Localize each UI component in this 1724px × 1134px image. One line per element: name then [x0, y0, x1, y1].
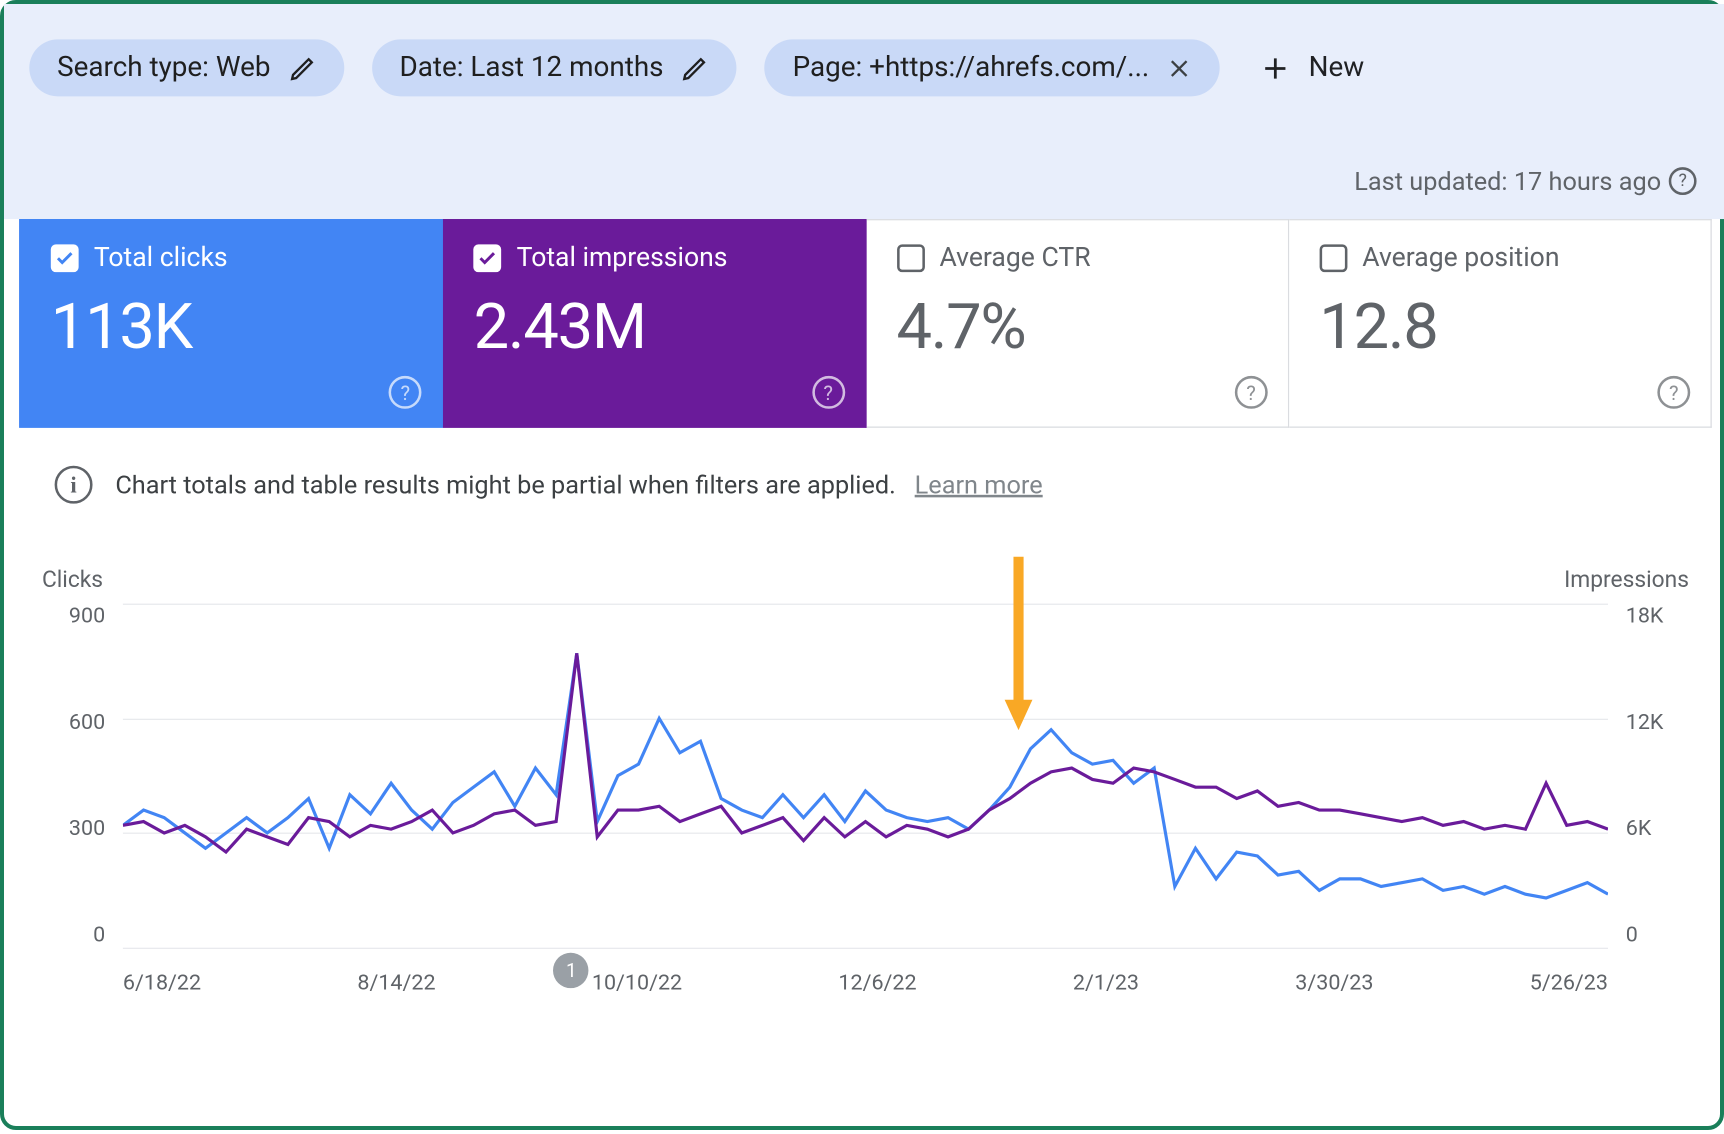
y-tick: 0: [1626, 922, 1697, 947]
x-tick: 12/6/22: [838, 970, 916, 995]
notice-text: Chart totals and table results might be …: [115, 470, 896, 500]
y-tick: 6K: [1626, 816, 1697, 841]
arrow-down-icon: [999, 550, 1037, 745]
y-axis-left-label: Clicks: [42, 567, 103, 594]
new-filter-button[interactable]: New: [1248, 42, 1377, 94]
metric-total-clicks[interactable]: Total clicks 113K ?: [19, 219, 443, 428]
metric-label: Total clicks: [94, 243, 228, 273]
chart-lines: [123, 604, 1608, 948]
checkbox-unchecked-icon[interactable]: [896, 244, 924, 272]
metric-label: Average CTR: [939, 243, 1090, 273]
page-filter[interactable]: Page: +https://ahrefs.com/...: [765, 39, 1220, 96]
y-tick: 12K: [1626, 710, 1697, 735]
new-label: New: [1309, 52, 1365, 84]
metric-value: 4.7%: [896, 291, 1257, 364]
x-axis: 6/18/22 8/14/22 10/10/22 12/6/22 2/1/23 …: [123, 970, 1608, 995]
search-type-label: Search type: Web: [57, 52, 270, 84]
chart-plot[interactable]: 1: [123, 604, 1608, 948]
checkbox-checked-icon[interactable]: [51, 244, 79, 272]
filters-bar: Search type: Web Date: Last 12 months Pa…: [4, 4, 1724, 219]
x-tick: 3/30/23: [1295, 970, 1373, 995]
help-icon[interactable]: ?: [1657, 376, 1690, 409]
x-tick: 5/26/23: [1530, 970, 1608, 995]
close-icon[interactable]: [1167, 55, 1192, 80]
help-icon[interactable]: ?: [812, 376, 845, 409]
pencil-icon: [288, 54, 316, 82]
metric-value: 12.8: [1319, 291, 1680, 364]
metrics-row: Total clicks 113K ? Total impressions 2.…: [19, 219, 1712, 428]
learn-more-link[interactable]: Learn more: [915, 470, 1043, 500]
help-icon[interactable]: ?: [1669, 167, 1697, 195]
y-tick: 600: [34, 710, 105, 735]
x-tick: 8/14/22: [357, 970, 435, 995]
y-axis-right: 18K 12K 6K 0: [1626, 604, 1697, 996]
last-updated: Last updated: 17 hours ago ?: [1354, 166, 1696, 196]
metric-total-impressions[interactable]: Total impressions 2.43M ?: [443, 219, 866, 428]
metric-value: 113K: [51, 291, 412, 364]
metric-value: 2.43M: [474, 291, 835, 364]
x-tick: 2/1/23: [1073, 970, 1139, 995]
date-filter[interactable]: Date: Last 12 months: [372, 39, 737, 96]
metric-average-position[interactable]: Average position 12.8 ?: [1289, 219, 1712, 428]
metric-average-ctr[interactable]: Average CTR 4.7% ?: [866, 219, 1289, 428]
y-tick: 900: [34, 604, 105, 629]
search-type-filter[interactable]: Search type: Web: [29, 39, 344, 96]
help-icon[interactable]: ?: [1235, 376, 1268, 409]
help-icon[interactable]: ?: [389, 376, 422, 409]
y-tick: 0: [34, 922, 105, 947]
y-tick: 18K: [1626, 604, 1697, 629]
last-updated-text: Last updated: 17 hours ago: [1354, 166, 1661, 196]
date-label: Date: Last 12 months: [400, 52, 664, 84]
y-axis-right-label: Impressions: [1564, 567, 1689, 594]
performance-chart: Clicks Impressions 900 600 300 0 18K 12K…: [4, 516, 1724, 1008]
partial-results-notice: i Chart totals and table results might b…: [4, 428, 1724, 517]
x-tick: 6/18/22: [123, 970, 201, 995]
page-label: Page: +https://ahrefs.com/...: [793, 52, 1150, 84]
y-axis-left: 900 600 300 0: [34, 604, 105, 996]
checkbox-checked-icon[interactable]: [474, 244, 502, 272]
info-icon: i: [55, 466, 93, 504]
plus-icon: [1261, 53, 1291, 83]
metric-label: Total impressions: [517, 243, 728, 273]
metric-label: Average position: [1362, 243, 1559, 273]
x-tick: 10/10/22: [592, 970, 682, 995]
checkbox-unchecked-icon[interactable]: [1319, 244, 1347, 272]
y-tick: 300: [34, 816, 105, 841]
pencil-icon: [681, 54, 709, 82]
